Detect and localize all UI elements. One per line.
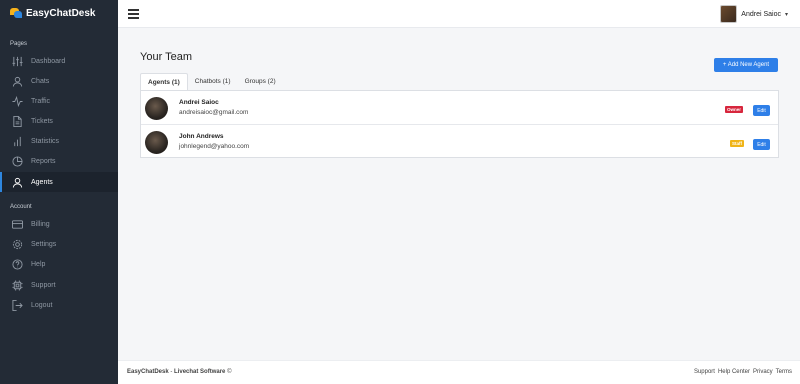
footer-link-help-center[interactable]: Help Center	[718, 369, 750, 375]
sidebar-item-statistics[interactable]: Statistics	[0, 131, 118, 151]
agent-list: Andrei Saioc andreisaioc@gmail.com Owner…	[140, 90, 779, 158]
sidebar-item-label: Dashboard	[31, 57, 66, 65]
sidebar-item-billing[interactable]: Billing	[0, 214, 118, 234]
gear-icon	[12, 239, 23, 250]
sidebar-item-label: Reports	[31, 157, 56, 165]
avatar	[145, 131, 168, 154]
sliders-icon	[12, 56, 23, 67]
pie-chart-icon	[12, 155, 23, 167]
agent-name: John Andrews	[179, 133, 224, 140]
footer-product: Livechat Software	[174, 369, 226, 375]
avatar	[720, 5, 738, 23]
role-badge: Staff	[730, 140, 744, 147]
sidebar-item-logout[interactable]: Logout	[0, 295, 118, 315]
page-title: Your Team	[140, 51, 192, 63]
bar-chart-icon	[12, 136, 23, 147]
footer: EasyChatDesk - Livechat Software © Suppo…	[118, 360, 800, 384]
sidebar-item-label: Chats	[31, 77, 50, 85]
footer-link-terms[interactable]: Terms	[776, 369, 792, 375]
hamburger-menu-icon[interactable]	[128, 9, 139, 19]
sidebar-item-traffic[interactable]: Traffic	[0, 91, 118, 111]
list-item: Andrei Saioc andreisaioc@gmail.com Owner…	[141, 91, 778, 124]
sidebar-item-agents[interactable]: Agents	[0, 172, 118, 192]
help-circle-icon	[12, 258, 23, 270]
chat-logo-icon	[10, 8, 22, 19]
sidebar-item-label: Agents	[31, 178, 53, 186]
user-icon	[12, 76, 23, 87]
sidebar-item-label: Statistics	[31, 137, 60, 145]
sidebar: EasyChatDesk Pages Dashboard Chats Traff…	[0, 0, 118, 384]
cpu-icon	[12, 279, 23, 291]
user-menu[interactable]: Andrei Saioc ▾	[720, 5, 788, 23]
agent-email: andreisaioc@gmail.com	[179, 109, 249, 116]
sidebar-item-reports[interactable]: Reports	[0, 151, 118, 171]
user-icon	[12, 177, 23, 188]
section-label-pages: Pages	[10, 41, 28, 47]
sidebar-item-help[interactable]: Help	[0, 254, 118, 274]
sidebar-item-label: Logout	[31, 301, 53, 309]
agent-name: Andrei Saioc	[179, 99, 219, 106]
sidebar-item-label: Settings	[31, 240, 57, 248]
footer-copyright-symbol: ©	[227, 369, 232, 375]
sidebar-item-tickets[interactable]: Tickets	[0, 111, 118, 131]
footer-copyright: EasyChatDesk - Livechat Software ©	[127, 369, 232, 375]
tab-groups[interactable]: Groups (2)	[238, 73, 283, 90]
sidebar-item-support[interactable]: Support	[0, 275, 118, 295]
footer-link-support[interactable]: Support	[694, 369, 715, 375]
edit-button[interactable]: Edit	[753, 139, 770, 150]
add-agent-button[interactable]: + Add New Agent	[714, 58, 778, 72]
topbar: Andrei Saioc ▾	[118, 0, 800, 28]
tabs: Agents (1) Chatbots (1) Groups (2)	[140, 73, 283, 90]
tab-agents[interactable]: Agents (1)	[140, 73, 188, 90]
file-icon	[12, 115, 23, 127]
brand[interactable]: EasyChatDesk	[10, 8, 95, 19]
credit-card-icon	[12, 219, 23, 230]
sidebar-item-dashboard[interactable]: Dashboard	[0, 51, 118, 71]
sidebar-item-label: Traffic	[31, 97, 51, 105]
user-name: Andrei Saioc	[741, 10, 781, 18]
list-item: John Andrews johnlegend@yahoo.com Staff …	[141, 124, 778, 157]
logout-icon	[12, 299, 23, 311]
footer-link-privacy[interactable]: Privacy	[753, 369, 773, 375]
role-badge: Owner	[725, 106, 744, 113]
sidebar-item-label: Billing	[31, 220, 50, 228]
footer-links: Support Help Center Privacy Terms	[691, 369, 792, 375]
avatar	[145, 97, 168, 120]
chevron-down-icon: ▾	[784, 11, 788, 18]
sidebar-item-label: Tickets	[31, 117, 53, 125]
section-label-account: Account	[10, 204, 32, 210]
sidebar-item-label: Support	[31, 281, 56, 289]
agent-email: johnlegend@yahoo.com	[179, 143, 250, 150]
sidebar-item-settings[interactable]: Settings	[0, 234, 118, 254]
sidebar-item-chats[interactable]: Chats	[0, 71, 118, 91]
tab-chatbots[interactable]: Chatbots (1)	[188, 73, 238, 90]
sidebar-item-label: Help	[31, 260, 46, 268]
activity-icon	[12, 95, 23, 107]
edit-button[interactable]: Edit	[753, 105, 770, 116]
brand-name: EasyChatDesk	[26, 8, 96, 19]
footer-brand: EasyChatDesk	[127, 369, 169, 375]
